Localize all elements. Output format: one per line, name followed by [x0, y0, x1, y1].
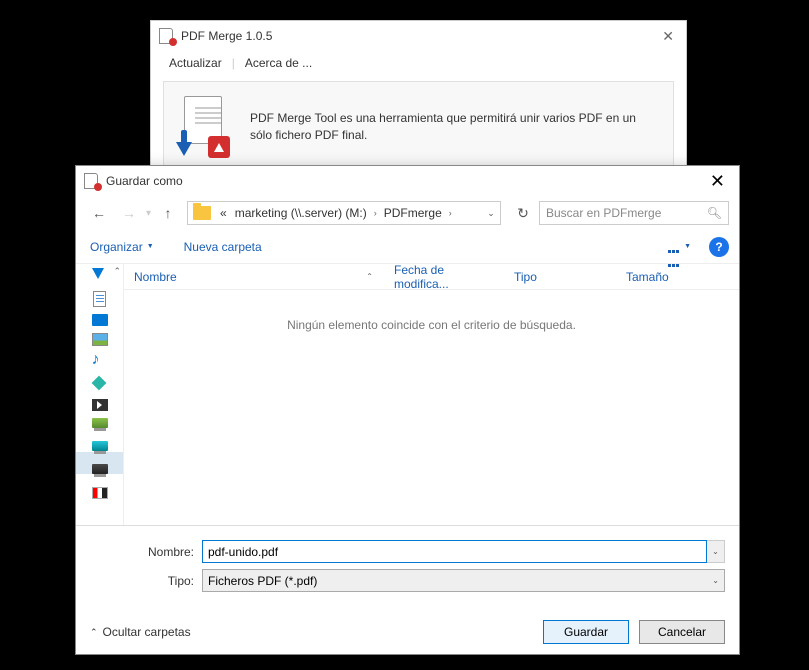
column-header-date[interactable]: Fecha de modifica... — [384, 263, 504, 291]
filetype-combobox[interactable]: Ficheros PDF (*.pdf) ⌄ — [202, 569, 725, 592]
navigation-row: ← → ▾ ↑ « marketing (\\.server) (M:) › P… — [76, 196, 739, 230]
tree-drive-icon[interactable] — [92, 418, 108, 434]
tree-3d-objects-icon[interactable] — [92, 376, 108, 392]
tree-documents-icon[interactable] — [93, 291, 106, 307]
view-options-button[interactable]: ▼ — [664, 240, 695, 254]
address-bar[interactable]: « marketing (\\.server) (M:) › PDFmerge … — [187, 201, 501, 225]
address-dropdown[interactable]: ⌄ — [482, 208, 500, 219]
filetype-label: Tipo: — [90, 574, 202, 588]
menu-separator: | — [232, 56, 235, 70]
chevron-down-icon: ▼ — [684, 243, 691, 250]
new-folder-button[interactable]: Nueva carpeta — [180, 238, 266, 256]
search-icon: 🔍︎ — [707, 206, 722, 220]
menu-about[interactable]: Acerca de ... — [237, 54, 320, 72]
app-titlebar: PDF Merge 1.0.5 ✕ — [151, 21, 686, 51]
path-prefix: « — [216, 206, 231, 220]
collapse-icon[interactable]: ⌃ — [113, 266, 121, 277]
cancel-button[interactable]: Cancelar — [639, 620, 725, 644]
app-info-banner: PDF Merge Tool es una herramienta que pe… — [163, 81, 674, 173]
folder-icon — [193, 206, 211, 220]
tree-network-drive-icon[interactable] — [92, 441, 108, 457]
nav-forward-button[interactable]: → — [116, 201, 142, 225]
tree-network-drive-icon[interactable] — [92, 464, 108, 480]
tree-videos-icon[interactable] — [92, 399, 108, 411]
banner-text: PDF Merge Tool es una herramienta que pe… — [250, 110, 657, 145]
chevron-right-icon: › — [371, 208, 380, 218]
refresh-button[interactable]: ↻ — [511, 201, 535, 225]
app-menubar: Actualizar | Acerca de ... — [151, 51, 686, 75]
search-placeholder: Buscar en PDFmerge — [546, 206, 661, 220]
menu-update[interactable]: Actualizar — [161, 54, 230, 72]
app-title: PDF Merge 1.0.5 — [181, 29, 658, 43]
chevron-down-icon: ⌄ — [712, 576, 719, 585]
chevron-down-icon: ▼ — [147, 243, 154, 250]
filename-dropdown[interactable]: ⌄ — [707, 540, 725, 563]
app-close-button[interactable]: ✕ — [658, 28, 678, 45]
filename-section: Nombre: ⌄ Tipo: Ficheros PDF (*.pdf) ⌄ — [76, 525, 739, 610]
toolbar-row: Organizar▼ Nueva carpeta ▼ ? — [76, 230, 739, 264]
search-input[interactable]: Buscar en PDFmerge 🔍︎ — [539, 201, 729, 225]
dialog-close-button[interactable]: ✕ — [704, 171, 731, 192]
dialog-app-icon — [84, 173, 100, 189]
filetype-value: Ficheros PDF (*.pdf) — [208, 574, 317, 588]
nav-back-button[interactable]: ← — [86, 201, 112, 225]
pdf-merge-app-icon — [159, 28, 175, 44]
banner-pdf-icon — [180, 96, 230, 158]
path-segment-folder[interactable]: PDFmerge — [380, 206, 446, 220]
file-list-pane: Nombre ⌃ Fecha de modifica... Tipo Tamañ… — [124, 264, 739, 525]
tree-desktop-icon[interactable] — [92, 314, 108, 326]
tree-downloads-icon[interactable] — [92, 268, 108, 284]
tree-pictures-icon[interactable] — [92, 333, 108, 346]
column-header-name[interactable]: Nombre ⌃ — [124, 270, 384, 284]
tree-music-icon[interactable]: ♪ — [92, 353, 108, 369]
help-button[interactable]: ? — [709, 237, 729, 257]
view-grid-icon — [668, 242, 682, 252]
navigation-tree[interactable]: ⌃ ♪ — [76, 264, 124, 525]
chevron-up-icon: ⌃ — [90, 627, 98, 638]
column-header-size[interactable]: Tamaño — [616, 270, 739, 284]
dialog-body: ⌃ ♪ Nombre ⌃ Fecha de modifica... Tipo T… — [76, 264, 739, 525]
sort-indicator-icon: ⌃ — [366, 272, 373, 281]
hide-folders-toggle[interactable]: ⌃ Ocultar carpetas — [90, 625, 191, 639]
nav-up-button[interactable]: ↑ — [155, 201, 181, 225]
filename-label: Nombre: — [90, 545, 202, 559]
column-headers: Nombre ⌃ Fecha de modifica... Tipo Tamañ… — [124, 264, 739, 290]
save-as-dialog: Guardar como ✕ ← → ▾ ↑ « marketing (\\.s… — [75, 165, 740, 655]
dialog-title: Guardar como — [106, 174, 704, 188]
dialog-footer: ⌃ Ocultar carpetas Guardar Cancelar — [76, 610, 739, 654]
tree-network-location-icon[interactable] — [92, 487, 108, 499]
save-button[interactable]: Guardar — [543, 620, 629, 644]
chevron-right-icon: › — [446, 208, 455, 218]
nav-history-dropdown[interactable]: ▾ — [146, 208, 151, 219]
organize-menu[interactable]: Organizar▼ — [86, 238, 158, 256]
filename-input[interactable] — [202, 540, 707, 563]
path-segment-drive[interactable]: marketing (\\.server) (M:) — [231, 206, 371, 220]
dialog-titlebar: Guardar como ✕ — [76, 166, 739, 196]
empty-folder-message: Ningún elemento coincide con el criterio… — [124, 290, 739, 332]
column-header-type[interactable]: Tipo — [504, 270, 616, 284]
